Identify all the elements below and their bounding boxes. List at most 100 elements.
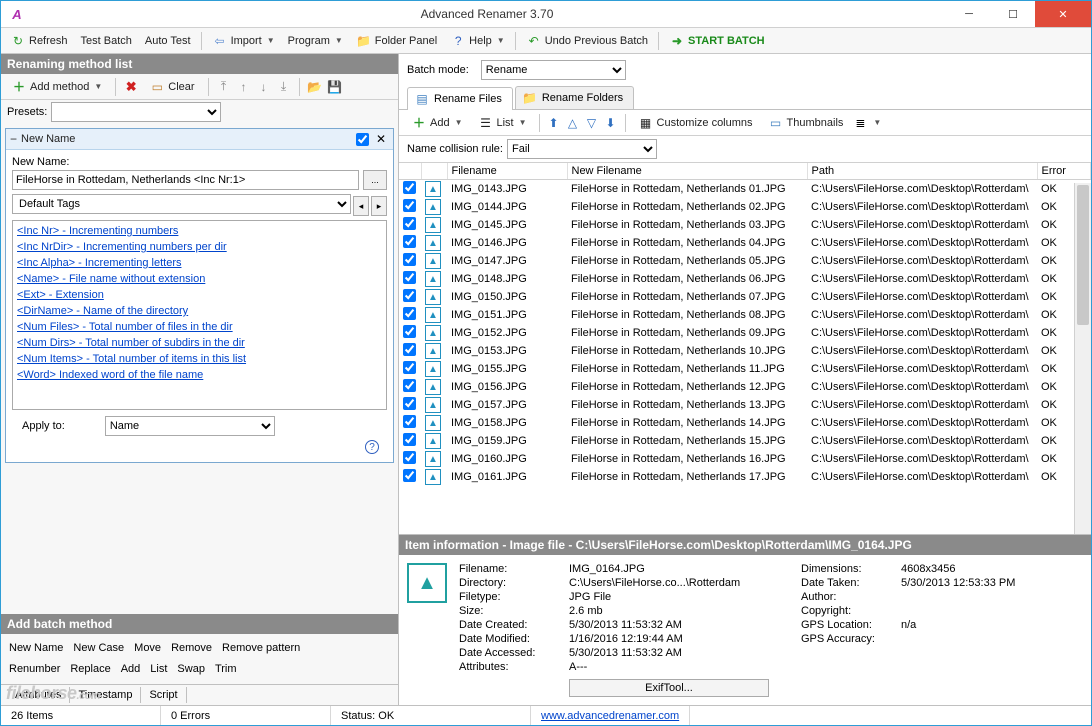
help-icon[interactable]: ? xyxy=(365,440,379,454)
batch-method-item[interactable]: Trim xyxy=(215,663,237,675)
row-checkbox[interactable] xyxy=(403,415,416,428)
table-row[interactable]: ▲IMG_0161.JPGFileHorse in Rottedam, Neth… xyxy=(399,468,1091,486)
method-titlebar[interactable]: − New Name ✕ xyxy=(6,129,393,150)
auto-test-button[interactable]: Auto Test xyxy=(139,32,197,50)
row-checkbox[interactable] xyxy=(403,343,416,356)
undo-batch-button[interactable]: ↶Undo Previous Batch xyxy=(520,30,654,52)
thumbnails-button[interactable]: ▭Thumbnails xyxy=(762,112,850,134)
table-row[interactable]: ▲IMG_0158.JPGFileHorse in Rottedam, Neth… xyxy=(399,414,1091,432)
table-row[interactable]: ▲IMG_0147.JPGFileHorse in Rottedam, Neth… xyxy=(399,252,1091,270)
open-icon[interactable]: 📂 xyxy=(307,79,323,95)
clear-button[interactable]: ▭Clear xyxy=(143,76,200,98)
maximize-button[interactable]: ☐ xyxy=(991,1,1035,27)
browse-button[interactable]: ... xyxy=(363,170,387,190)
move-down-icon[interactable]: ↓ xyxy=(256,79,272,95)
batchmode-select[interactable]: Rename xyxy=(481,60,626,80)
scrollbar-thumb[interactable] xyxy=(1077,185,1089,325)
row-checkbox[interactable] xyxy=(403,181,416,194)
col-path[interactable]: Path xyxy=(807,163,1037,180)
sort-asc-icon[interactable]: ⬆ xyxy=(546,115,562,131)
table-row[interactable]: ▲IMG_0152.JPGFileHorse in Rottedam, Neth… xyxy=(399,324,1091,342)
default-tags-select[interactable]: Default Tags xyxy=(12,194,351,214)
move-up-icon[interactable]: ↑ xyxy=(236,79,252,95)
row-checkbox[interactable] xyxy=(403,325,416,338)
import-button[interactable]: ⇦Import▼ xyxy=(206,30,281,52)
row-checkbox[interactable] xyxy=(403,379,416,392)
add-method-button[interactable]: ＋Add method▼ xyxy=(5,76,108,98)
tag-link[interactable]: <Inc Nr> - Incrementing numbers xyxy=(15,223,384,239)
table-row[interactable]: ▲IMG_0157.JPGFileHorse in Rottedam, Neth… xyxy=(399,396,1091,414)
table-row[interactable]: ▲IMG_0144.JPGFileHorse in Rottedam, Neth… xyxy=(399,198,1091,216)
refresh-button[interactable]: ↻Refresh xyxy=(4,30,74,52)
tag-link[interactable]: <Num Files> - Total number of files in t… xyxy=(15,319,384,335)
customize-columns-button[interactable]: ▦Customize columns xyxy=(632,112,759,134)
row-checkbox[interactable] xyxy=(403,469,416,482)
table-row[interactable]: ▲IMG_0151.JPGFileHorse in Rottedam, Neth… xyxy=(399,306,1091,324)
row-checkbox[interactable] xyxy=(403,253,416,266)
row-checkbox[interactable] xyxy=(403,307,416,320)
row-checkbox[interactable] xyxy=(403,433,416,446)
table-row[interactable]: ▲IMG_0153.JPGFileHorse in Rottedam, Neth… xyxy=(399,342,1091,360)
folder-panel-button[interactable]: 📁Folder Panel xyxy=(350,30,443,52)
col-newfilename[interactable]: New Filename xyxy=(567,163,807,180)
row-checkbox[interactable] xyxy=(403,235,416,248)
applyto-select[interactable]: Name xyxy=(105,416,275,436)
delete-icon[interactable]: ✖ xyxy=(123,79,139,95)
minimize-button[interactable]: ─ xyxy=(947,1,991,27)
file-table[interactable]: Filename New Filename Path Error ▲IMG_01… xyxy=(399,163,1091,534)
tag-link[interactable]: <Num Dirs> - Total number of subdirs in … xyxy=(15,335,384,351)
collapse-icon[interactable]: − xyxy=(10,132,17,146)
test-batch-button[interactable]: Test Batch xyxy=(75,32,138,50)
batch-method-item[interactable]: New Name xyxy=(9,642,63,654)
batch-method-item[interactable]: Replace xyxy=(70,663,110,675)
table-row[interactable]: ▲IMG_0159.JPGFileHorse in Rottedam, Neth… xyxy=(399,432,1091,450)
start-batch-button[interactable]: ➜START BATCH xyxy=(663,30,771,52)
help-button[interactable]: ?Help▼ xyxy=(444,30,511,52)
batch-method-item[interactable]: Add xyxy=(121,663,141,675)
batch-tab[interactable]: Script xyxy=(141,687,186,703)
table-row[interactable]: ▲IMG_0155.JPGFileHorse in Rottedam, Neth… xyxy=(399,360,1091,378)
program-button[interactable]: Program▼ xyxy=(282,32,349,50)
table-row[interactable]: ▲IMG_0156.JPGFileHorse in Rottedam, Neth… xyxy=(399,378,1091,396)
batch-method-item[interactable]: Move xyxy=(134,642,161,654)
batch-method-item[interactable]: Remove xyxy=(171,642,212,654)
view-mode-icon[interactable]: ≣ xyxy=(852,115,868,131)
tag-next-button[interactable]: ▸ xyxy=(371,196,387,216)
close-icon[interactable]: ✕ xyxy=(373,131,389,147)
row-checkbox[interactable] xyxy=(403,289,416,302)
presets-select[interactable] xyxy=(51,102,221,122)
batch-method-item[interactable]: New Case xyxy=(73,642,124,654)
table-row[interactable]: ▲IMG_0148.JPGFileHorse in Rottedam, Neth… xyxy=(399,270,1091,288)
sort-desc-icon[interactable]: ⬇ xyxy=(603,115,619,131)
row-checkbox[interactable] xyxy=(403,217,416,230)
table-row[interactable]: ▲IMG_0150.JPGFileHorse in Rottedam, Neth… xyxy=(399,288,1091,306)
row-checkbox[interactable] xyxy=(403,361,416,374)
save-icon[interactable]: 💾 xyxy=(327,79,343,95)
row-checkbox[interactable] xyxy=(403,199,416,212)
vertical-scrollbar[interactable] xyxy=(1074,183,1091,534)
row-checkbox[interactable] xyxy=(403,451,416,464)
table-row[interactable]: ▲IMG_0145.JPGFileHorse in Rottedam, Neth… xyxy=(399,216,1091,234)
tag-prev-button[interactable]: ◂ xyxy=(353,196,369,216)
tag-link[interactable]: <Name> - File name without extension xyxy=(15,271,384,287)
col-filename[interactable]: Filename xyxy=(447,163,567,180)
list-button[interactable]: ☰List▼ xyxy=(472,112,533,134)
tag-link[interactable]: <Inc Alpha> - Incrementing letters xyxy=(15,255,384,271)
sort-a-icon[interactable]: △ xyxy=(565,115,581,131)
website-link[interactable]: www.advancedrenamer.com xyxy=(541,710,679,722)
tag-link[interactable]: <Ext> - Extension xyxy=(15,287,384,303)
batch-method-item[interactable]: List xyxy=(150,663,167,675)
tag-link[interactable]: <Word> Indexed word of the file name xyxy=(15,367,384,383)
collision-select[interactable]: Fail xyxy=(507,139,657,159)
add-button[interactable]: ＋Add▼ xyxy=(405,112,469,134)
move-top-icon[interactable]: ⤒ xyxy=(216,79,232,95)
move-bottom-icon[interactable]: ⤓ xyxy=(276,79,292,95)
tab-rename-files[interactable]: ▤Rename Files xyxy=(407,87,513,110)
sort-d-icon[interactable]: ▽ xyxy=(584,115,600,131)
exiftool-button[interactable]: ExifTool... xyxy=(569,679,769,697)
tab-rename-folders[interactable]: 📁Rename Folders xyxy=(515,86,634,109)
row-checkbox[interactable] xyxy=(403,271,416,284)
batch-method-item[interactable]: Remove pattern xyxy=(222,642,300,654)
row-checkbox[interactable] xyxy=(403,397,416,410)
tag-link[interactable]: <Inc NrDir> - Incrementing numbers per d… xyxy=(15,239,384,255)
